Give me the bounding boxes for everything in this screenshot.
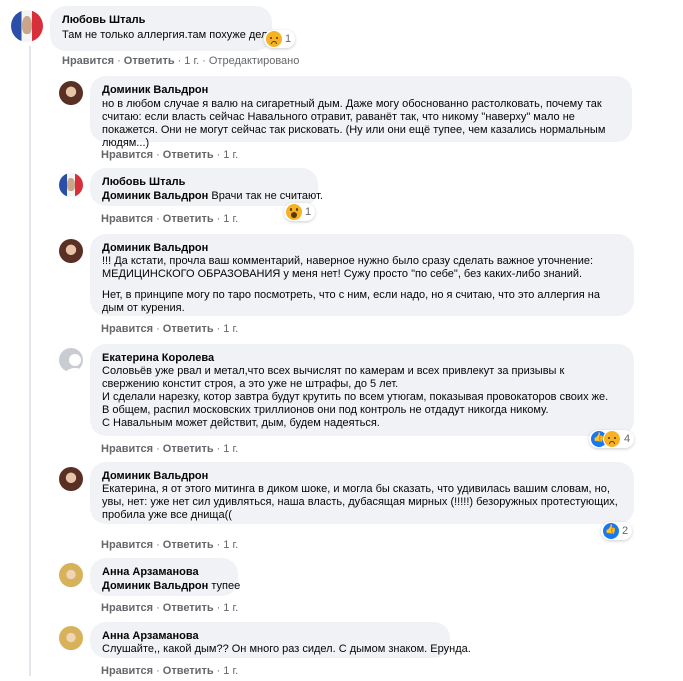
- comment-text: !!! Да кстати, прочла ваш комментарий, н…: [102, 255, 594, 280]
- like-button[interactable]: Нравится: [101, 443, 153, 455]
- comment-bubble: Любовь Шталь Там не только аллергия.там …: [50, 6, 277, 51]
- comment-text: Доминик Вальдрон Врачи так не считают.: [102, 190, 323, 203]
- comment-actions: Нравится · Ответить · 1 г.: [101, 602, 239, 614]
- timestamp[interactable]: 1 г.: [223, 665, 238, 677]
- like-button[interactable]: Нравится: [101, 665, 153, 677]
- comment-text: В общем, распил московских триллионов он…: [102, 404, 549, 416]
- comment-author[interactable]: Доминик Вальдрон: [102, 241, 622, 255]
- reaction-count: 4: [624, 433, 631, 445]
- comment-bubble: Любовь Шталь Доминик Вальдрон Врачи так …: [90, 168, 323, 206]
- timestamp[interactable]: 1 г.: [223, 539, 238, 551]
- comment-author[interactable]: Анна Арзаманова: [102, 565, 226, 579]
- comment-text: Екатерина, я от этого митинга в диком шо…: [102, 483, 618, 521]
- avatar[interactable]: [59, 626, 83, 650]
- reply-button[interactable]: Ответить: [163, 539, 214, 551]
- reaction-badge[interactable]: 1: [284, 203, 316, 221]
- reply-button[interactable]: Ответить: [163, 323, 214, 335]
- comment-author[interactable]: Доминик Вальдрон: [102, 469, 622, 483]
- comment-actions: Нравится · Ответить · 1 г.: [101, 323, 239, 335]
- like-icon: [603, 523, 619, 539]
- comment-text: Доминик Вальдрон тупее: [102, 580, 240, 593]
- timestamp[interactable]: 1 г.: [223, 602, 238, 614]
- comment-bubble: Анна Арзаманова Слушайте,, какой дым?? О…: [90, 622, 471, 658]
- timestamp[interactable]: 1 г.: [223, 149, 238, 161]
- like-button[interactable]: Нравится: [62, 55, 114, 67]
- reply-button[interactable]: Ответить: [163, 443, 214, 455]
- comment-author[interactable]: Доминик Вальдрон: [102, 83, 620, 97]
- timestamp[interactable]: 1 г.: [223, 213, 238, 225]
- comment-bubble: Екатерина Королева Соловьёв уже рвал и м…: [90, 344, 634, 436]
- reply-button[interactable]: Ответить: [163, 213, 214, 225]
- comment-text: Нет, в принципе могу по таро посмотреть,…: [102, 289, 600, 314]
- timestamp[interactable]: 1 г.: [184, 55, 199, 67]
- avatar[interactable]: [59, 348, 83, 372]
- reply-button[interactable]: Ответить: [163, 149, 214, 161]
- wow-icon: [286, 204, 302, 220]
- like-button[interactable]: Нравится: [101, 539, 153, 551]
- comment-actions: Нравится · Ответить · 1 г. · Отредактировано: [62, 55, 300, 67]
- comment-text: С Навальным может действит, дым, будем н…: [102, 417, 380, 429]
- comment-author[interactable]: Любовь Шталь: [102, 175, 306, 189]
- comment-body: тупее: [208, 580, 241, 592]
- comment-author[interactable]: Любовь Шталь: [62, 13, 260, 27]
- comment-actions: Нравится · Ответить · 1 г.: [101, 665, 239, 677]
- comment-actions: Нравится · Ответить · 1 г.: [101, 149, 239, 161]
- reaction-badge[interactable]: 2: [601, 522, 633, 540]
- mention-tag[interactable]: Доминик Вальдрон: [102, 580, 208, 592]
- reaction-count: 1: [285, 33, 292, 45]
- timestamp[interactable]: 1 г.: [223, 323, 238, 335]
- comment-actions: Нравится · Ответить · 1 г.: [101, 539, 239, 551]
- comment-text: И сделали нарезку, котор завтра будут кр…: [102, 391, 609, 403]
- reply-button[interactable]: Ответить: [163, 602, 214, 614]
- reaction-badge[interactable]: 1: [264, 30, 296, 48]
- thread-line: [29, 46, 31, 676]
- comment-author[interactable]: Анна Арзаманова: [102, 629, 438, 643]
- like-button[interactable]: Нравится: [101, 323, 153, 335]
- comment-text: Слушайте,, какой дым?? Он много раз сиде…: [102, 643, 471, 655]
- comment-actions: Нравится · Ответить · 1 г.: [101, 443, 239, 455]
- comment-text: но в любом случае я валю на сигаретный д…: [102, 98, 606, 149]
- edited-label: Отредактировано: [208, 55, 300, 67]
- mention-tag[interactable]: Доминик Вальдрон: [102, 190, 208, 202]
- reaction-count: 2: [622, 525, 629, 537]
- avatar[interactable]: [59, 467, 83, 491]
- comment-bubble: Анна Арзаманова Доминик Вальдрон тупее: [90, 558, 240, 596]
- comment-bubble: Доминик Вальдрон !!! Да кстати, прочла в…: [90, 234, 634, 316]
- comment-bubble: Доминик Вальдрон но в любом случае я вал…: [90, 76, 632, 149]
- avatar[interactable]: [59, 239, 83, 263]
- reaction-badge[interactable]: 4: [589, 430, 635, 448]
- like-button[interactable]: Нравится: [101, 213, 153, 225]
- comment-actions: Нравится · Ответить · 1 г.: [101, 213, 239, 225]
- sad-icon: [266, 31, 282, 47]
- reaction-count: 1: [305, 206, 312, 218]
- comment-text: Соловьёв уже рвал и метал,что всех вычис…: [102, 365, 565, 390]
- timestamp[interactable]: 1 г.: [223, 443, 238, 455]
- comment-bubble: Доминик Вальдрон Екатерина, я от этого м…: [90, 462, 634, 524]
- sad-icon: [603, 430, 621, 448]
- avatar[interactable]: [59, 173, 83, 197]
- reply-button[interactable]: Ответить: [124, 55, 175, 67]
- like-button[interactable]: Нравится: [101, 149, 153, 161]
- like-button[interactable]: Нравится: [101, 602, 153, 614]
- comment-body: Врачи так не считают.: [208, 190, 323, 202]
- reply-button[interactable]: Ответить: [163, 665, 214, 677]
- avatar[interactable]: [11, 10, 43, 42]
- avatar[interactable]: [59, 563, 83, 587]
- comment-author[interactable]: Екатерина Королева: [102, 351, 622, 365]
- avatar[interactable]: [59, 81, 83, 105]
- comment-text: Там не только аллергия.там похуже дела.: [62, 29, 277, 41]
